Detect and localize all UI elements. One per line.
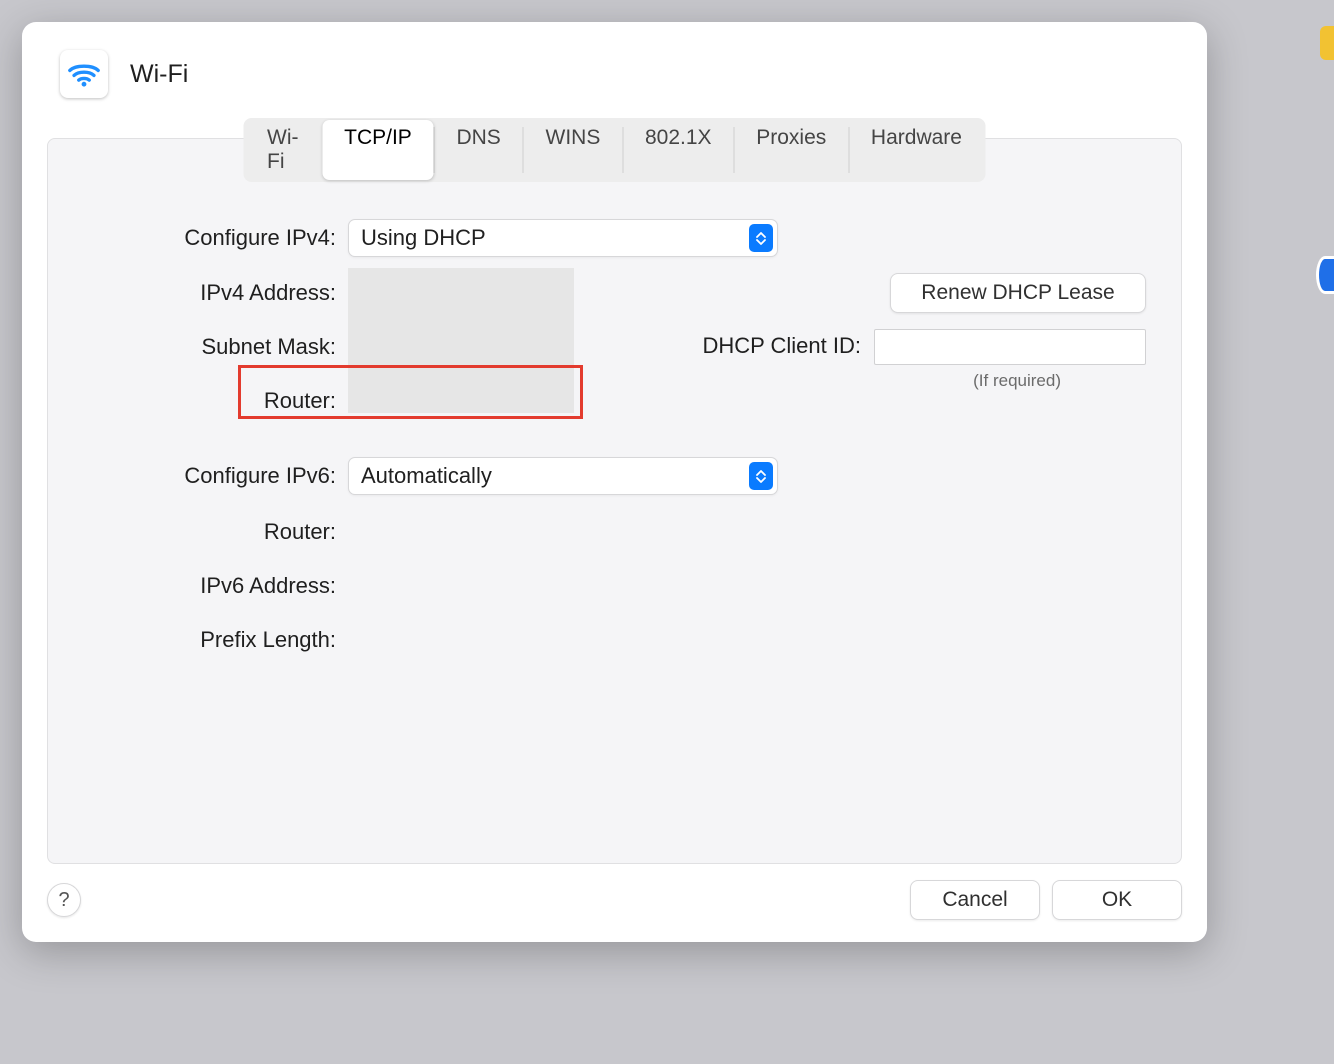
dhcp-client-id-input[interactable] — [874, 329, 1146, 365]
window-title: Wi-Fi — [130, 60, 188, 89]
configure-ipv4-select[interactable]: Using DHCP — [348, 219, 778, 257]
tab-8021x[interactable]: 802.1X — [623, 120, 734, 180]
tab-tcpip[interactable]: TCP/IP — [322, 120, 434, 180]
ipv6-address-label: IPv6 Address: — [200, 573, 336, 599]
configure-ipv4-label: Configure IPv4: — [184, 225, 336, 251]
background-accent-yellow — [1320, 26, 1334, 60]
window-header: Wi-Fi — [22, 22, 1207, 98]
wifi-icon — [60, 50, 108, 98]
help-button[interactable]: ? — [47, 883, 81, 917]
tab-dns[interactable]: DNS — [434, 120, 522, 180]
tab-proxies[interactable]: Proxies — [734, 120, 848, 180]
content-area: Wi-Fi TCP/IP DNS WINS 802.1X Proxies Har… — [47, 118, 1182, 864]
prefix-length-label: Prefix Length: — [200, 627, 336, 653]
settings-panel: Configure IPv4: Using DHCP IPv4 Address:… — [47, 138, 1182, 864]
configure-ipv6-select[interactable]: Automatically — [348, 457, 778, 495]
ok-button[interactable]: OK — [1052, 880, 1182, 920]
form-area: Configure IPv4: Using DHCP IPv4 Address:… — [48, 201, 1181, 863]
tabs-bar: Wi-Fi TCP/IP DNS WINS 802.1X Proxies Har… — [243, 118, 986, 182]
tab-wins[interactable]: WINS — [523, 120, 622, 180]
updown-chevron-icon — [749, 462, 773, 490]
cancel-button[interactable]: Cancel — [910, 880, 1040, 920]
renew-dhcp-lease-button[interactable]: Renew DHCP Lease — [890, 273, 1146, 313]
tab-wifi[interactable]: Wi-Fi — [245, 120, 322, 180]
router-highlight-box — [238, 365, 583, 419]
configure-ipv6-value: Automatically — [361, 463, 492, 489]
network-settings-window: Wi-Fi Wi-Fi TCP/IP DNS WINS 802.1X Proxi… — [22, 22, 1207, 942]
if-required-hint: (If required) — [973, 371, 1061, 391]
ipv6-router-label: Router: — [264, 519, 336, 545]
tab-hardware[interactable]: Hardware — [849, 120, 984, 180]
background-accent-blue — [1316, 256, 1334, 294]
configure-ipv4-value: Using DHCP — [361, 225, 486, 251]
subnet-mask-label: Subnet Mask: — [201, 334, 336, 360]
dhcp-client-id-label: DHCP Client ID: — [702, 333, 861, 359]
ipv4-address-label: IPv4 Address: — [200, 280, 336, 306]
window-footer: ? Cancel OK — [22, 864, 1207, 942]
updown-chevron-icon — [749, 224, 773, 252]
configure-ipv6-label: Configure IPv6: — [184, 463, 336, 489]
